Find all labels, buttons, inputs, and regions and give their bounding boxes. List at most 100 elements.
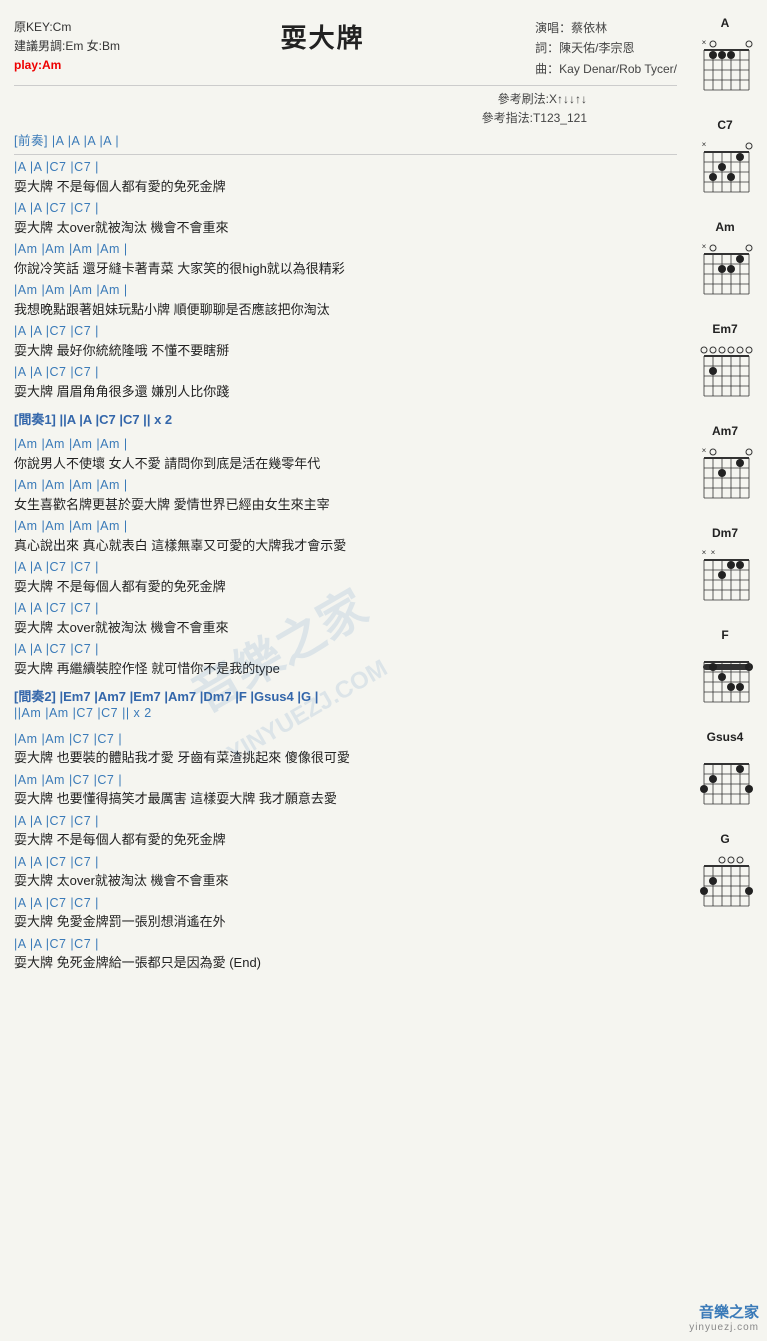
song-block: [間奏2] |Em7 |Am7 |Em7 |Am7 |Dm7 |F |Gsus4…: [14, 686, 677, 723]
chord-line: |A |A |C7 |C7 |: [14, 936, 677, 954]
song-block: |Am |Am |Am |Am |我想晚點跟著姐妹玩點小牌 順便聊聊是否應該把你…: [14, 282, 677, 319]
svg-text:×: ×: [702, 38, 707, 47]
song-block: |A |A |C7 |C7 |耍大牌 太over就被淘汰 機會不會重來: [14, 854, 677, 891]
song-block: |A |A |C7 |C7 |耍大牌 不是每個人都有愛的免死金牌: [14, 159, 677, 196]
song-title: 耍大牌: [120, 18, 525, 55]
song-block: |Am |Am |C7 |C7 |耍大牌 也要裝的體貼我才愛 牙齒有菜渣挑起來 …: [14, 731, 677, 768]
intro-block: [前奏] |A |A |A |A |: [14, 133, 677, 151]
header: 原KEY:Cm 建議男調:Em 女:Bm play:Am 耍大牌 演唱：蔡依林 …: [14, 18, 677, 79]
chord-name-label: F: [689, 628, 761, 642]
composer: 曲：Kay Denar/Rob Tycer/: [535, 59, 677, 79]
svg-text:×: ×: [702, 242, 707, 251]
lyric-line: 耍大牌 太over就被淘汰 機會不會重來: [14, 618, 677, 638]
strum-pattern: 參考刷法:X↑↓↓↑↓: [14, 90, 587, 109]
lyric-line: 耍大牌 再繼續裝腔作怪 就可惜你不是我的type: [14, 659, 677, 679]
chord-line: |Am |Am |Am |Am |: [14, 518, 677, 536]
song-block: |Am |Am |Am |Am |女生喜歡名牌更甚於耍大牌 愛情世界已經由女生來…: [14, 477, 677, 514]
lyric-line: 女生喜歡名牌更甚於耍大牌 愛情世界已經由女生來主宰: [14, 495, 677, 515]
interlude-label: [間奏1] ||A |A |C7 |C7 || x 2: [14, 409, 677, 428]
song-block: |A |A |C7 |C7 |耍大牌 太over就被淘汰 機會不會重來: [14, 600, 677, 637]
chord-line: |Am |Am |Am |Am |: [14, 241, 677, 259]
song-block: |Am |Am |Am |Am |真心說出來 真心就表白 這樣無辜又可愛的大牌我…: [14, 518, 677, 555]
chord-line: |A |A |C7 |C7 |: [14, 364, 677, 382]
chord-line: |A |A |C7 |C7 |: [14, 895, 677, 913]
song-block: |A |A |C7 |C7 |耍大牌 不是每個人都有愛的免死金牌: [14, 813, 677, 850]
chord-line: |A |A |C7 |C7 |: [14, 559, 677, 577]
chord-svg: ××: [694, 542, 756, 614]
chord-line: |A |A |C7 |C7 |: [14, 813, 677, 831]
chord-line: |A |A |C7 |C7 |: [14, 200, 677, 218]
lyric-line: 耍大牌 最好你統統隆哦 不懂不要瞎掰: [14, 341, 677, 361]
singer: 演唱：蔡依林: [535, 18, 677, 38]
lyric-line: 耍大牌 不是每個人都有愛的免死金牌: [14, 577, 677, 597]
chord-name-label: Am7: [689, 424, 761, 438]
lyric-line: 我想晚點跟著姐妹玩點小牌 順便聊聊是否應該把你淘汰: [14, 300, 677, 320]
suggested-key: 建議男調:Em 女:Bm: [14, 37, 120, 56]
chord-name-label: Dm7: [689, 526, 761, 540]
sections-container: |A |A |C7 |C7 |耍大牌 不是每個人都有愛的免死金牌 |A |A |…: [14, 159, 677, 973]
lyric-line: 耍大牌 不是每個人都有愛的免死金牌: [14, 177, 677, 197]
chord-line: |A |A |C7 |C7 |: [14, 159, 677, 177]
song-block: |A |A |C7 |C7 |耍大牌 眉眉角角很多還 嫌別人比你踐: [14, 364, 677, 401]
header-center: 耍大牌: [120, 18, 525, 79]
chord-name-label: Gsus4: [689, 730, 761, 744]
svg-text:×: ×: [702, 140, 707, 149]
chord-line: |Am |Am |Am |Am |: [14, 436, 677, 454]
intro-line: [前奏] |A |A |A |A |: [14, 133, 677, 151]
header-right: 演唱：蔡依林 詞：陳天佑/李宗恩 曲：Kay Denar/Rob Tycer/: [525, 18, 677, 79]
chord-name-label: Em7: [689, 322, 761, 336]
chord-name-label: A: [689, 16, 761, 30]
chord-diagram: Gsus4: [689, 730, 761, 818]
chord-diagram: G: [689, 832, 761, 920]
header-left: 原KEY:Cm 建議男調:Em 女:Bm play:Am: [14, 18, 120, 79]
chord-line: |Am |Am |C7 |C7 |: [14, 772, 677, 790]
chord-svg: [694, 746, 756, 818]
svg-text:1: 1: [748, 664, 752, 671]
chord-name-label: C7: [689, 118, 761, 132]
interlude2-label: [間奏2] |Em7 |Am7 |Em7 |Am7 |Dm7 |F |Gsus4…: [14, 686, 677, 705]
main-content: 原KEY:Cm 建議男調:Em 女:Bm play:Am 耍大牌 演唱：蔡依林 …: [0, 10, 687, 985]
bottom-logo: 音樂之家 yinyuezj.com: [689, 1301, 759, 1333]
chord-line: |A |A |C7 |C7 |: [14, 600, 677, 618]
chord-diagram: A×: [689, 16, 761, 104]
svg-text:×: ×: [711, 548, 716, 557]
lyric-line: 真心說出來 真心就表白 這樣無辜又可愛的大牌我才會示愛: [14, 536, 677, 556]
song-block: |A |A |C7 |C7 |耍大牌 太over就被淘汰 機會不會重來: [14, 200, 677, 237]
lyric-line: 耍大牌 也要懂得搞笑才最厲害 這樣耍大牌 我才願意去愛: [14, 789, 677, 809]
song-block: |Am |Am |C7 |C7 |耍大牌 也要懂得搞笑才最厲害 這樣耍大牌 我才…: [14, 772, 677, 809]
chord-diagram: Am7 ×: [689, 424, 761, 512]
song-block: |Am |Am |Am |Am |你說冷笑話 還牙縫卡著青菜 大家笑的很high…: [14, 241, 677, 278]
chord-svg: 1: [694, 644, 756, 716]
original-key: 原KEY:Cm: [14, 18, 120, 37]
chord-diagram: Am ×: [689, 220, 761, 308]
chord-diagram: Dm7××: [689, 526, 761, 614]
chord-diagram: Em7: [689, 322, 761, 410]
chord-line: |Am |Am |Am |Am |: [14, 477, 677, 495]
finger-pattern: 參考指法:T123_121: [14, 109, 587, 128]
chord-line: |A |A |C7 |C7 |: [14, 854, 677, 872]
reference-section: 參考刷法:X↑↓↓↑↓ 參考指法:T123_121: [14, 90, 677, 128]
chord-line: |Am |Am |C7 |C7 |: [14, 731, 677, 749]
lyric-line: 耍大牌 也要裝的體貼我才愛 牙齒有菜渣挑起來 傻像很可愛: [14, 748, 677, 768]
chord-diagram: F1: [689, 628, 761, 716]
chord-svg: ×: [694, 440, 756, 512]
play-key: play:Am: [14, 56, 120, 75]
chord-name-label: G: [689, 832, 761, 846]
chord-line: |A |A |C7 |C7 |: [14, 641, 677, 659]
song-block: |A |A |C7 |C7 |耍大牌 最好你統統隆哦 不懂不要瞎掰: [14, 323, 677, 360]
svg-text:×: ×: [702, 548, 707, 557]
chord-svg: [694, 848, 756, 920]
lyricist: 詞：陳天佑/李宗恩: [535, 38, 677, 58]
song-block: |A |A |C7 |C7 |耍大牌 免死金牌給一張都只是因為愛 (End): [14, 936, 677, 973]
chord-line: |Am |Am |Am |Am |: [14, 282, 677, 300]
lyric-line: 耍大牌 免愛金牌罰一張別想消遙在外: [14, 912, 677, 932]
svg-text:×: ×: [702, 446, 707, 455]
song-block: |A |A |C7 |C7 |耍大牌 不是每個人都有愛的免死金牌: [14, 559, 677, 596]
lyric-line: 你說男人不使壞 女人不愛 請問你到底是活在幾零年代: [14, 454, 677, 474]
chord-svg: ×: [694, 134, 756, 206]
song-block: |A |A |C7 |C7 |耍大牌 免愛金牌罰一張別想消遙在外: [14, 895, 677, 932]
chord-svg: [694, 338, 756, 410]
chord-name-label: Am: [689, 220, 761, 234]
chord-diagram: C7 ×: [689, 118, 761, 206]
interlude2-line2: ||Am |Am |C7 |C7 || x 2: [14, 705, 677, 723]
